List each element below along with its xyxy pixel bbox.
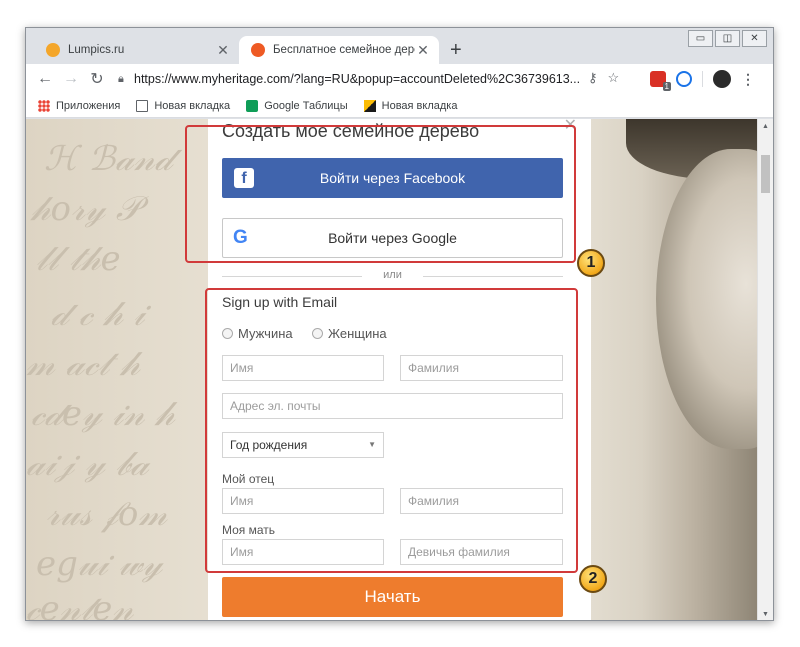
handwriting-decoration: 𝓁𝓁 𝓉𝒽𝑒 [36, 239, 121, 279]
tab-lumpics[interactable]: Lumpics.ru ✕ [34, 36, 239, 64]
scrollbar-thumb[interactable] [761, 155, 770, 193]
star-icon[interactable]: ☆ [608, 70, 620, 86]
extension-badge: 1 [662, 82, 671, 91]
start-button[interactable]: Начать [222, 577, 563, 617]
bookmark-apps[interactable]: Приложения [38, 99, 121, 112]
lock-icon: 🔒︎ [118, 72, 124, 85]
handwriting-decoration: 𝓂 𝒶𝒸𝓉 𝒽 [26, 344, 140, 384]
page-scrollbar[interactable]: ▲ ▼ [757, 119, 773, 620]
handwriting-decoration: 𝒽𝑜𝓇𝓎 𝒫 [31, 189, 141, 229]
scroll-up-icon[interactable]: ▲ [762, 123, 769, 130]
menu-kebab-icon[interactable]: ⋮ [741, 71, 755, 88]
tab-title: Бесплатное семейное дерево, Г [273, 44, 415, 56]
annotation-callout-1: 1 [577, 249, 605, 277]
minimize-button[interactable]: ▭ [688, 30, 713, 47]
close-window-button[interactable]: ✕ [742, 30, 767, 47]
background-manuscript: ℋ ℬ𝒶𝓃𝒹 𝒽𝑜𝓇𝓎 𝒫 𝓁𝓁 𝓉𝒽𝑒 𝒹 𝒸 𝒽 𝒾 𝓂 𝒶𝒸𝓉 𝒽 𝒸𝒹𝑒… [26, 119, 208, 621]
divider-line [423, 276, 563, 277]
handwriting-decoration: 𝒸𝒹𝑒𝓎 𝒾𝓃 𝒽 [31, 394, 175, 434]
annotation-highlight-social-login [185, 125, 576, 263]
window-controls: ▭ ◫ ✕ [688, 30, 767, 47]
extension-globe-icon[interactable] [676, 71, 692, 87]
url-text[interactable]: https://www.myheritage.com/?lang=RU&popu… [134, 72, 580, 86]
omnibox-actions: ⚷ ☆ [588, 70, 619, 86]
back-icon[interactable]: ← [32, 70, 58, 88]
bookmarks-bar: Приложения Новая вкладка Google Таблицы … [26, 94, 773, 118]
image-icon [363, 99, 376, 112]
new-tab-button[interactable]: + [450, 40, 462, 60]
profile-avatar[interactable] [713, 70, 731, 88]
annotation-callout-2: 2 [579, 565, 607, 593]
divider-text: или [383, 269, 402, 281]
handwriting-decoration: 𝒶𝒾𝒿 𝓎 𝒷𝒶 [26, 444, 149, 484]
tab-close-icon[interactable]: ✕ [215, 42, 231, 59]
page-icon [136, 99, 149, 112]
annotation-highlight-email-signup [205, 288, 578, 573]
extension-red-icon[interactable]: 1 [650, 71, 671, 91]
bookmark-new-tab-2[interactable]: Новая вкладка [363, 99, 458, 112]
apps-icon [38, 99, 50, 112]
handwriting-decoration: 𝒸𝑒𝓃𝓉𝑒𝓃 [26, 589, 134, 621]
tab-myheritage[interactable]: Бесплатное семейное дерево, Г ✕ [239, 36, 439, 64]
address-bar[interactable]: 🔒︎ https://www.myheritage.com/?lang=RU&p… [118, 68, 648, 90]
toolbar-separator [702, 71, 703, 87]
bookmark-sheets[interactable]: Google Таблицы [246, 99, 348, 112]
bookmark-new-tab[interactable]: Новая вкладка [136, 99, 231, 112]
myheritage-favicon-icon [251, 43, 265, 57]
bookmark-label: Новая вкладка [381, 99, 458, 112]
bookmark-label: Google Таблицы [264, 99, 348, 112]
scroll-down-icon[interactable]: ▼ [762, 611, 769, 618]
tab-close-icon[interactable]: ✕ [415, 42, 431, 59]
bookmark-label: Приложения [56, 99, 121, 112]
handwriting-decoration: 𝒹 𝒸 𝒽 𝒾 [51, 294, 145, 334]
key-icon[interactable]: ⚷ [588, 70, 598, 86]
handwriting-decoration: 𝑒𝑔𝓊𝒾 𝓌𝓎 [36, 544, 163, 584]
sheets-icon [246, 99, 259, 112]
or-divider: или [222, 269, 563, 283]
forward-icon[interactable]: → [58, 70, 84, 88]
browser-toolbar: ← → ↻ 🔒︎ https://www.myheritage.com/?lan… [26, 64, 773, 94]
extensions-area: 1 ⋮ [650, 68, 755, 91]
reload-icon[interactable]: ↻ [84, 69, 110, 89]
bookmark-label: Новая вкладка [154, 99, 231, 112]
tab-title: Lumpics.ru [68, 44, 125, 56]
handwriting-decoration: ℋ ℬ𝒶𝓃𝒹 [44, 139, 172, 179]
lumpics-favicon-icon [46, 43, 60, 57]
handwriting-decoration: 𝓇𝓊𝓈 𝒻𝑜𝓂 [46, 494, 168, 534]
tab-strip: Lumpics.ru ✕ Бесплатное семейное дерево,… [26, 28, 773, 64]
maximize-button[interactable]: ◫ [715, 30, 740, 47]
